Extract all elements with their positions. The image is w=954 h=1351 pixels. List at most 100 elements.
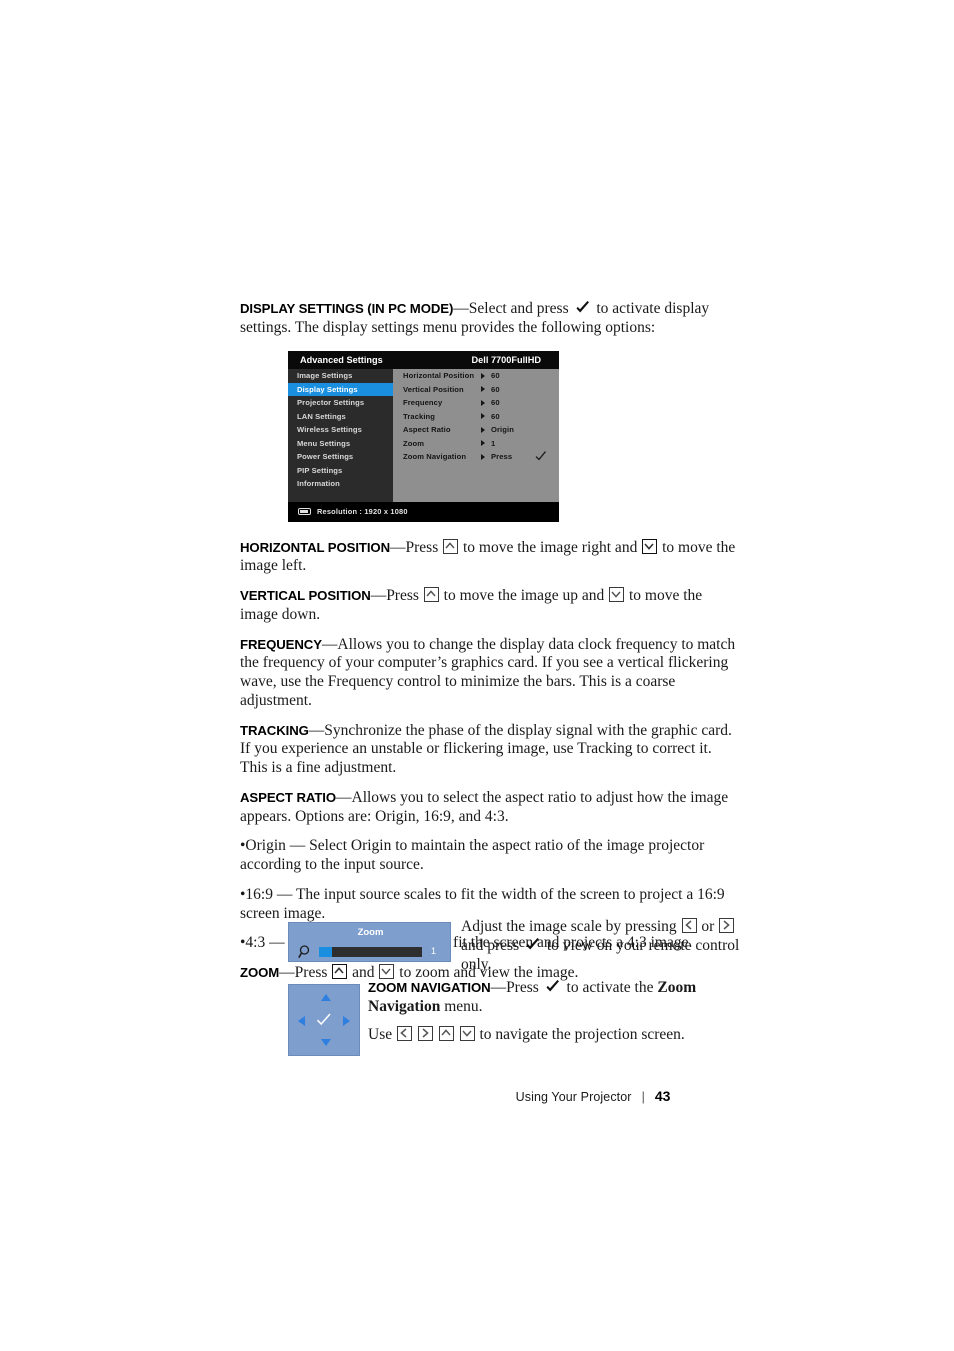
- osd-row-value: 1: [491, 438, 496, 448]
- arrow-up-key-icon: [332, 964, 348, 979]
- term-display-settings: Display Settings (in PC Mode): [240, 301, 454, 316]
- zoom-side-text-1: Adjust the image scale by pressing: [461, 918, 677, 935]
- osd-row-value: 60: [491, 398, 500, 407]
- zoom-widget-title: Zoom: [357, 927, 384, 938]
- arrow-up-key-icon: [423, 587, 439, 602]
- vpos-text-2: to move the image up and: [443, 587, 605, 604]
- osd-row-label: Aspect Ratio: [403, 425, 451, 434]
- osd-row-label: Zoom: [403, 438, 425, 448]
- nav-arrow-down-icon[interactable]: [321, 1039, 331, 1046]
- paragraph-frequency: Frequency—Allows you to change the displ…: [240, 636, 740, 711]
- osd-menu-item-lan-settings[interactable]: LAN Settings: [288, 410, 393, 424]
- zoom-slider-fill: [319, 947, 332, 957]
- nav-arrow-right-icon[interactable]: [343, 1016, 350, 1026]
- osd-row-horizontal-position[interactable]: Horizontal Position 60: [393, 369, 559, 383]
- arrow-right-key-icon: [417, 1025, 433, 1041]
- term-vertical-position: Vertical Position: [240, 588, 371, 603]
- manual-page: Display Settings (in PC Mode)—Select and…: [0, 0, 954, 1351]
- osd-menu-item-image-settings[interactable]: Image Settings: [288, 369, 393, 383]
- osd-menu-item-information[interactable]: Information: [288, 477, 393, 491]
- osd-left-panel: Image Settings Display Settings Projecto…: [288, 369, 393, 502]
- zoomnav-text-2: to activate the: [566, 979, 654, 996]
- osd-menu-item-menu-settings[interactable]: Menu Settings: [288, 437, 393, 451]
- zoomnav-text-4: Use: [368, 1025, 393, 1043]
- osd-row-zoom[interactable]: Zoom 1: [393, 437, 559, 451]
- osd-menu-item-projector-settings[interactable]: Projector Settings: [288, 396, 393, 410]
- bullet-origin: •Origin — Select Origin to maintain the …: [240, 837, 705, 873]
- triangle-right-icon: [481, 413, 485, 420]
- nav-arrow-up-icon[interactable]: [321, 994, 331, 1001]
- zoom-side-text-2: and press: [461, 936, 520, 954]
- check-icon: [535, 450, 547, 468]
- term-zoom-navigation: Zoom Navigation: [368, 980, 491, 995]
- triangle-right-icon: [481, 372, 485, 379]
- osd-row-frequency[interactable]: Frequency 60: [393, 396, 559, 410]
- osd-row-value: 60: [491, 411, 500, 421]
- triangle-right-icon: [481, 399, 485, 406]
- osd-status-text: Resolution : 1920 x 1080: [317, 507, 408, 516]
- osd-menu-item-power-settings[interactable]: Power Settings: [288, 450, 393, 464]
- osd-row-value: Press: [491, 452, 513, 461]
- osd-menu-item-pip-settings[interactable]: PIP Settings: [288, 464, 393, 478]
- footer-section-label: Using Your Projector: [515, 1090, 632, 1104]
- triangle-right-icon: [481, 426, 485, 433]
- term-tracking: Tracking: [240, 722, 309, 738]
- term-frequency: Frequency: [240, 636, 322, 652]
- osd-status-inner: Resolution : 1920 x 1080: [298, 507, 408, 516]
- paragraph-zoom-navigation: Zoom Navigation—Press to activate the Zo…: [368, 979, 744, 1017]
- zoom-navigation-description: Zoom Navigation—Press to activate the Zo…: [368, 979, 744, 1044]
- term-horizontal-position: Horizontal Position: [240, 539, 390, 555]
- zoom-slider-track[interactable]: [319, 947, 422, 957]
- osd-row-label: Tracking: [403, 411, 436, 421]
- osd-model-text: Dell 7700FullHD: [471, 355, 541, 365]
- zoom-navigation-widget[interactable]: [288, 984, 360, 1056]
- paragraph-tracking: Tracking—Synchronize the phase of the di…: [240, 722, 740, 778]
- triangle-right-icon: [481, 386, 485, 393]
- triangle-right-icon: [481, 453, 485, 460]
- footer-separator: |: [641, 1090, 645, 1104]
- footer-inner: Using Your Projector | 43: [516, 1088, 671, 1106]
- paragraph-vertical-position: Vertical Position—Press to move the imag…: [240, 587, 740, 625]
- magnifier-icon: [298, 945, 313, 964]
- term-aspect-ratio: Aspect Ratio: [240, 789, 336, 805]
- osd-row-value: 60: [491, 371, 500, 380]
- paragraph-zoom-navigation-use: Use to navigate the projection screen.: [368, 1025, 744, 1045]
- triangle-right-icon: [481, 440, 485, 447]
- hpos-text-2: to move the image right and: [462, 538, 638, 556]
- zoomnav-text-1: —Press: [490, 979, 539, 996]
- tracking-text: —Synchronize the phase of the display si…: [240, 721, 732, 777]
- osd-title-bar: Advanced Settings Dell 7700FullHD: [288, 351, 559, 369]
- check-icon: [545, 980, 561, 995]
- osd-row-label: Horizontal Position: [403, 371, 475, 380]
- zoomnav-text-3: menu.: [444, 997, 483, 1015]
- arrow-up-key-icon: [438, 1025, 454, 1041]
- resolution-icon: [298, 508, 311, 515]
- zoom-slider-widget[interactable]: Zoom 1: [288, 922, 451, 962]
- osd-row-zoom-navigation[interactable]: Zoom Navigation Press: [393, 450, 559, 464]
- arrow-right-key-icon: [719, 918, 735, 933]
- osd-menu-item-display-settings[interactable]: Display Settings: [288, 382, 393, 396]
- osd-row-tracking[interactable]: Tracking 60: [393, 410, 559, 424]
- osd-row-aspect-ratio[interactable]: Aspect Ratio Origin: [393, 423, 559, 437]
- check-icon: [575, 301, 591, 316]
- zoom-widget-description: Adjust the image scale by pressing or an…: [461, 918, 742, 974]
- check-icon[interactable]: [316, 1013, 332, 1033]
- osd-row-value: 60: [491, 384, 500, 394]
- nav-arrow-left-icon[interactable]: [298, 1016, 305, 1026]
- arrow-left-key-icon: [396, 1025, 412, 1041]
- osd-row-vertical-position[interactable]: Vertical Position 60: [393, 383, 559, 397]
- check-icon: [525, 937, 541, 953]
- osd-menu-item-wireless-settings[interactable]: Wireless Settings: [288, 423, 393, 437]
- hpos-text-1: —Press: [390, 538, 439, 556]
- zoom-slider-value: 1: [431, 946, 437, 956]
- page-number: 43: [654, 1088, 671, 1104]
- arrow-left-key-icon: [681, 918, 697, 933]
- osd-status-bar: Resolution : 1920 x 1080: [288, 502, 559, 522]
- display-settings-text-1: —Select and press: [453, 300, 569, 317]
- zoom-side-or: or: [701, 918, 715, 935]
- osd-row-label: Zoom Navigation: [403, 452, 467, 461]
- arrow-down-key-icon: [379, 964, 395, 979]
- osd-row-value: Origin: [491, 425, 514, 434]
- zoomnav-text-5: to navigate the projection screen.: [479, 1025, 685, 1043]
- osd-title-text: Advanced Settings: [300, 355, 383, 365]
